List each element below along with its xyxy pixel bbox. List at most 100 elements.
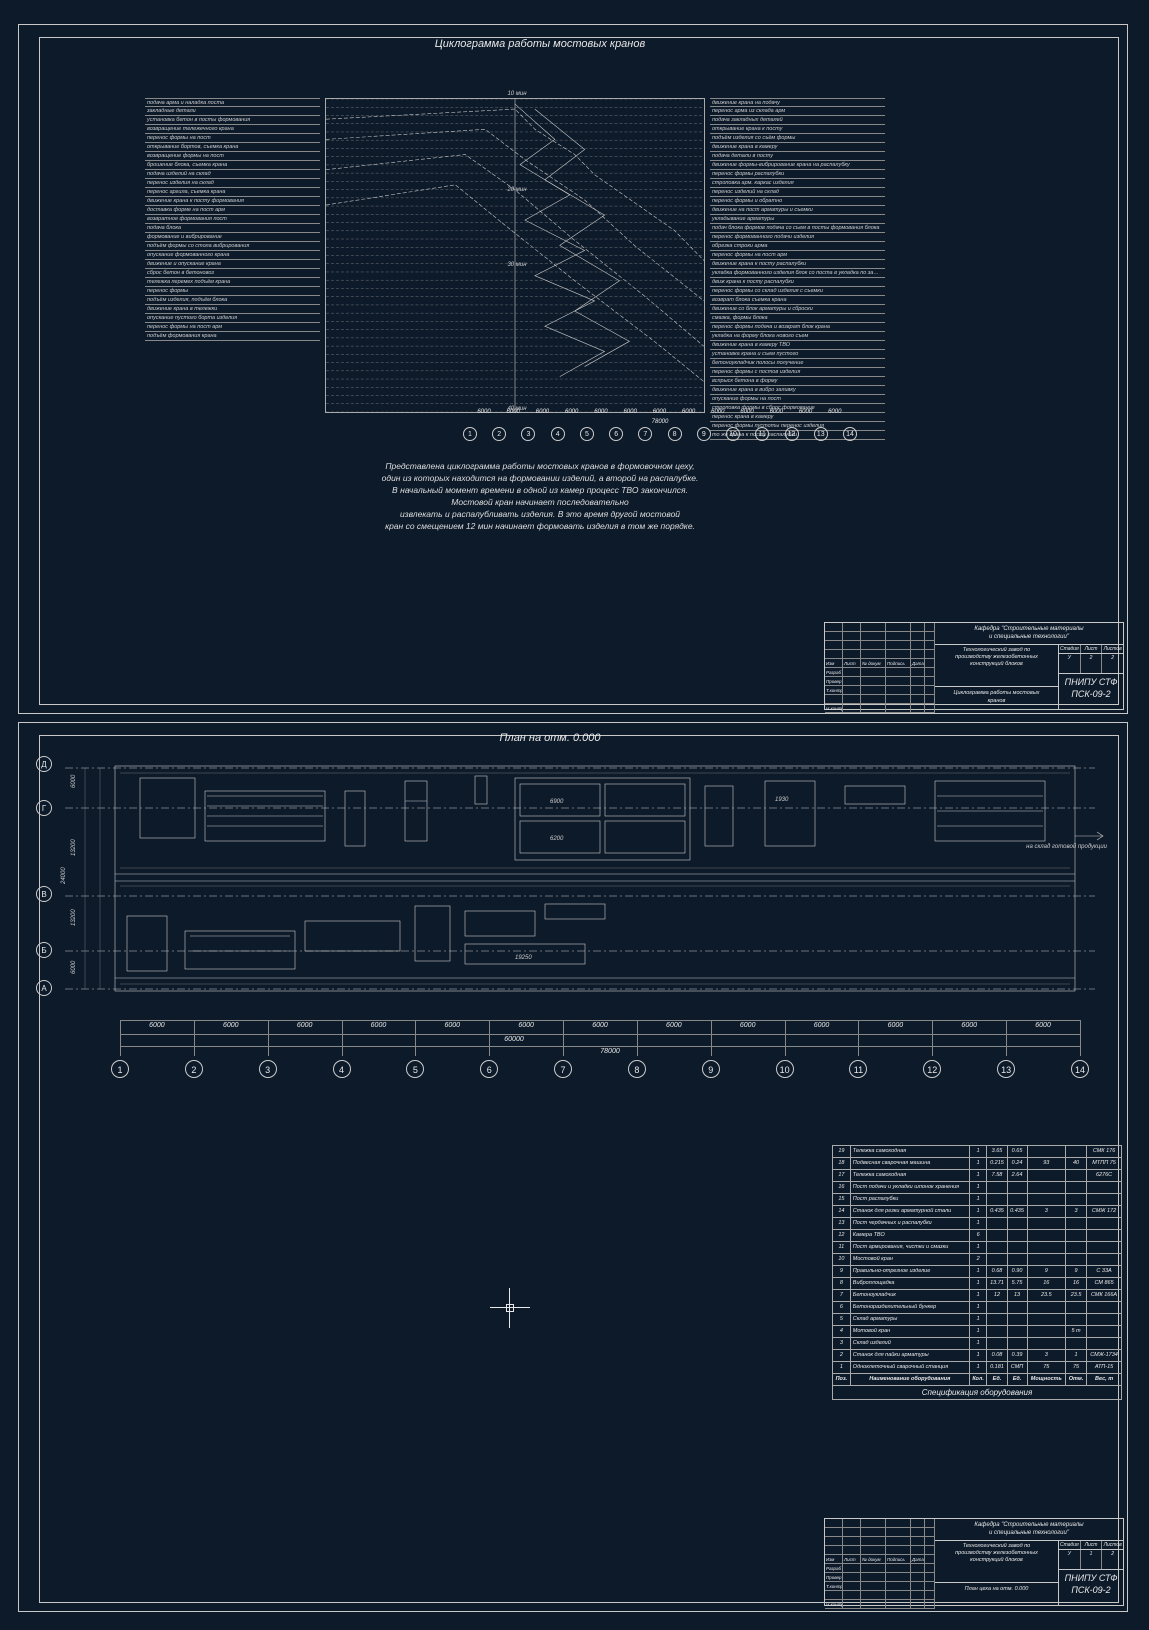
op-right-32: движение крана в вибро заливку — [710, 386, 885, 395]
col-circle-11: 11 — [849, 1060, 867, 1078]
col-dim-11: 6000 — [955, 1022, 983, 1029]
axis-dim-1: 6000 — [503, 409, 523, 415]
col-dim-7: 6000 — [660, 1022, 688, 1029]
tb-sheets-h2: Листов — [1102, 1541, 1123, 1549]
spec-row-3: 3Склад изделий1 — [833, 1338, 1122, 1350]
operations-right-column: движение крана на подачуперенос арма из … — [710, 98, 885, 440]
op-left-3: возвращение тележечного крана — [145, 125, 320, 134]
op-right-12: движение на пост арматуры и съемки — [710, 206, 885, 215]
tb-revision-grid-2: ИзмЛист№ докумПодписьДатаРазрабПроверТ.к… — [825, 1519, 935, 1605]
spec-row-9: 9Правильно-отрезное изделие10.680.9099С … — [833, 1266, 1122, 1278]
col-dim-10: 6000 — [881, 1022, 909, 1029]
spec-title: Спецификация оборудования — [832, 1386, 1122, 1400]
axis-circle-2: 2 — [492, 427, 506, 441]
axis-circle-14: 14 — [843, 427, 857, 441]
cyclogram-axis: 1600026000360004600056000660007600086000… — [290, 405, 1030, 445]
op-right-23: движение со блок арматуры и сброски — [710, 305, 885, 314]
tb-stage-h: Стадия — [1059, 645, 1081, 653]
col-circle-7: 7 — [554, 1060, 572, 1078]
axis-circle-12: 12 — [785, 427, 799, 441]
axis-dim-3: 6000 — [562, 409, 582, 415]
tb-stage: У — [1059, 654, 1081, 673]
axis-circle-5: 5 — [580, 427, 594, 441]
col-circle-8: 8 — [628, 1060, 646, 1078]
op-left-11: движение крана к посту формования — [145, 197, 320, 206]
col-circle-5: 5 — [406, 1060, 424, 1078]
tb-subject-2: Технологический завод попроизводству жел… — [935, 1541, 1058, 1583]
spec-row-5: 5Склад арматуры1 — [833, 1314, 1122, 1326]
spec-row-17: 17Тележка самоходная17.582.646276С — [833, 1170, 1122, 1182]
tb-sheet-2: 1 — [1081, 1550, 1103, 1569]
tb-stage-h2: Стадия — [1059, 1541, 1081, 1549]
spec-row-16: 16Пост подачи и укладки шпонок хранения1 — [833, 1182, 1122, 1194]
op-right-31: вспрыск бетона в форму — [710, 377, 885, 386]
op-right-21: перенос формы со склад изделия с съемки — [710, 287, 885, 296]
op-left-24: опускание пустого борта изделия — [145, 314, 320, 323]
axis-circle-1: 1 — [463, 427, 477, 441]
axis-dim-9: 6000 — [737, 409, 757, 415]
op-left-18: движение и опускание крана — [145, 260, 320, 269]
axis-circle-7: 7 — [638, 427, 652, 441]
axis-dim-8: 6000 — [708, 409, 728, 415]
operations-left-column: подача арма и наладка постазакладные дет… — [145, 98, 320, 341]
svg-text:13200: 13200 — [71, 839, 77, 856]
col-circle-14: 14 — [1071, 1060, 1089, 1078]
op-left-2: установка бетон в посты формования — [145, 116, 320, 125]
col-circle-12: 12 — [923, 1060, 941, 1078]
tb-department: Кафедра "Строительные материалыи специал… — [935, 623, 1123, 645]
col-dim-12: 6000 — [1029, 1022, 1057, 1029]
time-marker-30: 30 мин — [507, 262, 526, 268]
axis-dim-6: 6000 — [649, 409, 669, 415]
tb-sheets: 2 — [1102, 654, 1123, 673]
svg-text:6000: 6000 — [71, 960, 77, 974]
axis-dim-0: 6000 — [474, 409, 494, 415]
op-right-19: укладка формованного изделия блок со пос… — [710, 269, 885, 278]
op-left-7: брошение блока, съемка крана — [145, 161, 320, 170]
col-circle-3: 3 — [259, 1060, 277, 1078]
col-circle-2: 2 — [185, 1060, 203, 1078]
col-total-outer: 78000 — [600, 1048, 620, 1055]
col-dim-4: 6000 — [438, 1022, 466, 1029]
op-right-6: подача детали в посту — [710, 152, 885, 161]
axis-dim-4: 6000 — [591, 409, 611, 415]
title-block-sheet-2: ИзмЛист№ докумПодписьДатаРазрабПроверТ.к… — [824, 1518, 1124, 1606]
axis-dim-12: 6000 — [825, 409, 845, 415]
op-right-33: опускание формы на пост — [710, 395, 885, 404]
col-circle-1: 1 — [111, 1060, 129, 1078]
spec-row-13: 13Пост чердачных и распалубки1 — [833, 1218, 1122, 1230]
axis-dim-10: 6000 — [766, 409, 786, 415]
op-right-20: движ крана к посту распалубки — [710, 278, 885, 287]
equipment-specification: 19Тележка самоходная13.650.65СМК 17618По… — [832, 1145, 1122, 1400]
op-left-13: возвратное формования пост — [145, 215, 320, 224]
cyclogram-graph: 10 мин 20 мин 30 мин 40 мин — [325, 98, 705, 413]
spec-row-6: 6Бетоноразделительный бункер1 — [833, 1302, 1122, 1314]
col-dim-0: 6000 — [143, 1022, 171, 1029]
op-right-4: подъём изделия со съём формы — [710, 134, 885, 143]
op-left-6: возвращение формы на пост — [145, 152, 320, 161]
op-right-10: перенос изделий на склад — [710, 188, 885, 197]
op-right-5: движение крана в камеру — [710, 143, 885, 152]
op-right-8: перенос формы распалубки — [710, 170, 885, 179]
op-right-2: подача закладных деталей — [710, 116, 885, 125]
op-right-11: перенос формы и обратно — [710, 197, 885, 206]
axis-circle-9: 9 — [697, 427, 711, 441]
op-right-9: строповка арм. каркас изделия — [710, 179, 885, 188]
op-left-12: доставка форме на пост арм — [145, 206, 320, 215]
plan-title: План на отм. 0.000 — [400, 732, 700, 744]
col-dim-6: 6000 — [586, 1022, 614, 1029]
col-circle-4: 4 — [333, 1060, 351, 1078]
svg-text:1930: 1930 — [775, 797, 789, 803]
op-right-18: движение крана к посту распалубки — [710, 260, 885, 269]
op-left-16: подъём формы со стола вибрирования — [145, 242, 320, 251]
op-right-3: открывание крана к посту — [710, 125, 885, 134]
op-right-29: бетоноукладчик полосы получение — [710, 359, 885, 368]
op-right-28: установка крана и съем пустого — [710, 350, 885, 359]
svg-text:6900: 6900 — [550, 799, 564, 805]
axis-circle-10: 10 — [726, 427, 740, 441]
svg-text:24000: 24000 — [61, 867, 67, 885]
op-left-23: движение крана в тележки — [145, 305, 320, 314]
time-marker-10: 10 мин — [507, 91, 526, 97]
op-right-16: обрезка строки арма — [710, 242, 885, 251]
op-left-22: подъём изделия, подъём блока — [145, 296, 320, 305]
op-right-30: перенос формы с постов изделия — [710, 368, 885, 377]
